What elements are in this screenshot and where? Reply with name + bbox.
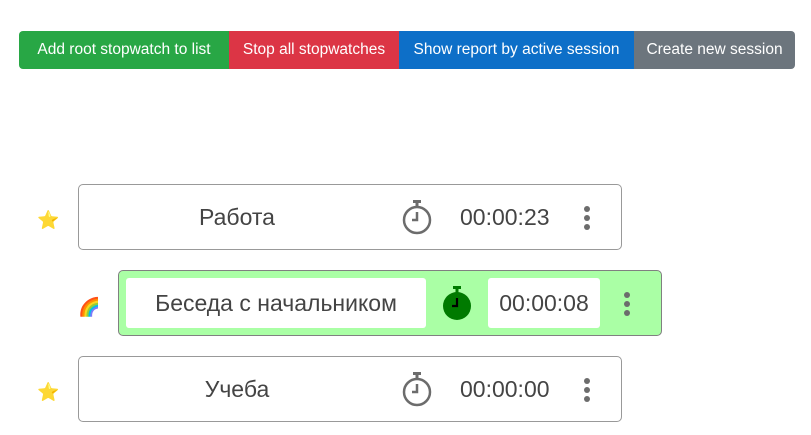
star-icon: ⭐ — [37, 210, 60, 230]
stopwatch-running-icon[interactable] — [441, 285, 473, 321]
add-root-stopwatch-button[interactable]: Add root stopwatch to list — [19, 31, 229, 69]
toolbar: Add root stopwatch to list Stop all stop… — [19, 31, 795, 69]
stopwatch-name[interactable]: Работа — [79, 185, 395, 249]
more-options-icon[interactable] — [617, 289, 637, 319]
create-session-button[interactable]: Create new session — [634, 31, 795, 69]
stop-all-stopwatches-button[interactable]: Stop all stopwatches — [229, 31, 399, 69]
star-icon: ⭐ — [37, 382, 60, 402]
stopwatch-name[interactable]: Беседа с начальником — [126, 278, 426, 328]
stopwatch-card-active[interactable]: Беседа с начальником 00:00:08 — [118, 270, 662, 336]
stopwatch-time: 00:00:08 — [488, 278, 600, 328]
stopwatch-icon[interactable] — [401, 199, 433, 235]
stopwatch-time: 00:00:23 — [460, 203, 550, 230]
stopwatch-name[interactable]: Учеба — [79, 357, 395, 421]
stopwatch-card[interactable]: Учеба 00:00:00 — [78, 356, 622, 422]
stopwatch-icon[interactable] — [401, 371, 433, 407]
rainbow-icon: 🌈 — [78, 297, 101, 317]
stopwatch-time: 00:00:00 — [460, 375, 550, 402]
more-options-icon[interactable] — [577, 203, 597, 233]
stopwatch-card[interactable]: Работа 00:00:23 — [78, 184, 622, 250]
more-options-icon[interactable] — [577, 375, 597, 405]
show-report-button[interactable]: Show report by active session — [399, 31, 634, 69]
